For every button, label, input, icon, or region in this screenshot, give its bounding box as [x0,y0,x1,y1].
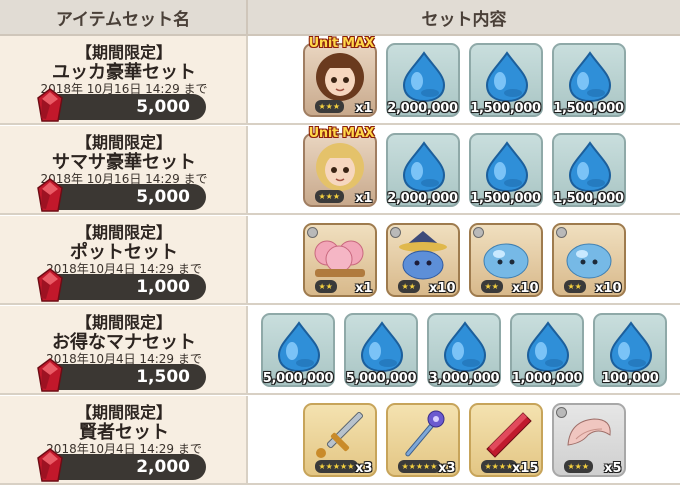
item-count: x5 [604,460,622,476]
rarity-stars: ★★★★★ [397,459,442,473]
item-quantity: 100,000 [601,370,659,386]
price-value: 1,500 [136,367,190,387]
item-quantity: 1,500,000 [553,100,624,116]
item-quantity: 1,500,000 [470,100,541,116]
item-count: x1 [355,190,373,206]
rarity-stars: ★★ [314,279,337,293]
item-quantity: 5,000,000 [262,370,334,386]
item-tile[interactable]: 5,000,000 [344,312,418,387]
item-quantity: 1,500,000 [553,190,624,206]
item-tile[interactable]: 2,000,000 [385,132,460,207]
item-tile[interactable]: ★★★ x5 [551,402,626,477]
item-tile[interactable]: 1,500,000 [468,42,543,117]
item-quantity: 1,000,000 [511,370,583,386]
rarity-stars: ★★★ [314,189,345,203]
set-contents-cell: 5,000,000 5,000,000 3,000,000 1,000,000 100,… [248,306,680,393]
item-count: x15 [512,460,539,476]
item-tile[interactable]: ★★★★ x15 [468,402,543,477]
rarity-stars: ★★ [563,279,586,293]
item-count: x1 [355,280,373,296]
column-header-set-name: アイテムセット名 [0,0,248,36]
item-quantity: 1,500,000 [470,190,541,206]
rarity-stars: ★★★★★ [314,459,359,473]
set-name-cell: 【期間限定】 ユッカ豪華セット 2018年 10月16日 14:29 まで 5,000 [0,36,248,123]
unit-max-badge: Unit MAX [308,125,375,141]
item-count: x3 [355,460,373,476]
set-contents-cell: ★★ x1 ★★ x10 ★★ x10 ★★ x10 [248,216,680,303]
rarity-stars: ★★★ [314,99,345,113]
item-tile[interactable]: 1,500,000 [551,42,626,117]
item-tile[interactable]: 3,000,000 [427,312,501,387]
set-row[interactable]: 【期間限定】 ユッカ豪華セット 2018年 10月16日 14:29 まで 5,000… [0,36,680,125]
price-value: 5,000 [136,187,190,207]
price-button[interactable]: 5,000 [37,178,206,212]
item-tile[interactable]: ★★ x10 [551,222,626,297]
unit-max-badge: Unit MAX [308,35,375,51]
set-name-cell: 【期間限定】 賢者セット 2018年10月4日 14:29 まで 2,000 [0,396,248,483]
item-tile[interactable]: 100,000 [593,312,667,387]
set-name-cell: 【期間限定】 お得なマナセット 2018年10月4日 14:29 まで 1,500 [0,306,248,393]
item-tile[interactable]: Unit MAX ★★★ x1 [302,126,377,207]
item-tile[interactable]: ★★★★★ x3 [385,402,460,477]
price-value: 1,000 [136,277,190,297]
item-tile[interactable]: 2,000,000 [385,42,460,117]
item-tile[interactable]: 1,500,000 [468,132,543,207]
rarity-stars: ★★ [480,279,503,293]
item-quantity: 3,000,000 [428,370,500,386]
item-count: x10 [595,280,622,296]
price-button[interactable]: 1,500 [37,358,206,392]
price-button[interactable]: 5,000 [37,88,206,122]
item-quantity: 2,000,000 [387,190,458,206]
item-count: x10 [429,280,456,296]
price-value: 5,000 [136,97,190,117]
item-tile[interactable]: ★★ x1 [302,222,377,297]
price-value: 2,000 [136,457,190,477]
set-contents-cell: Unit MAX ★★★ x1 2,000,000 1,500,000 1,500,000 [248,126,680,213]
set-contents-cell: Unit MAX ★★★ x1 2,000,000 1,500,000 1,500,000 [248,36,680,123]
rarity-stars: ★★★ [563,459,594,473]
set-name-cell: 【期間限定】 ポットセット 2018年10月4日 14:29 まで 1,000 [0,216,248,303]
item-tile[interactable]: ★★★★★ x3 [302,402,377,477]
set-row[interactable]: 【期間限定】 賢者セット 2018年10月4日 14:29 まで 2,000 ★★★★★… [0,396,680,485]
set-row[interactable]: 【期間限定】 お得なマナセット 2018年10月4日 14:29 まで 1,500 5,… [0,306,680,395]
item-tile[interactable]: Unit MAX ★★★ x1 [302,36,377,117]
item-count: x3 [438,460,456,476]
item-quantity: 2,000,000 [387,100,458,116]
item-count: x10 [512,280,539,296]
set-row[interactable]: 【期間限定】 ポットセット 2018年10月4日 14:29 まで 1,000 ★★ x1… [0,216,680,305]
item-tile[interactable]: 1,500,000 [551,132,626,207]
set-row[interactable]: 【期間限定】 サマサ豪華セット 2018年 10月16日 14:29 まで 5,000… [0,126,680,215]
item-set-table: アイテムセット名 セット内容 【期間限定】 ユッカ豪華セット 2018年 10月16… [0,0,680,490]
column-header-set-contents: セット内容 [248,0,680,36]
set-contents-cell: ★★★★★ x3 ★★★★★ x3 ★★★★ x15 ★★★ x5 [248,396,680,483]
price-button[interactable]: 2,000 [37,448,206,482]
rarity-stars: ★★ [397,279,420,293]
item-tile[interactable]: 1,000,000 [510,312,584,387]
item-tile[interactable]: ★★ x10 [468,222,543,297]
item-quantity: 5,000,000 [345,370,417,386]
item-count: x1 [355,100,373,116]
item-tile[interactable]: 5,000,000 [261,312,335,387]
set-name-cell: 【期間限定】 サマサ豪華セット 2018年 10月16日 14:29 まで 5,000 [0,126,248,213]
item-tile[interactable]: ★★ x10 [385,222,460,297]
price-button[interactable]: 1,000 [37,268,206,302]
